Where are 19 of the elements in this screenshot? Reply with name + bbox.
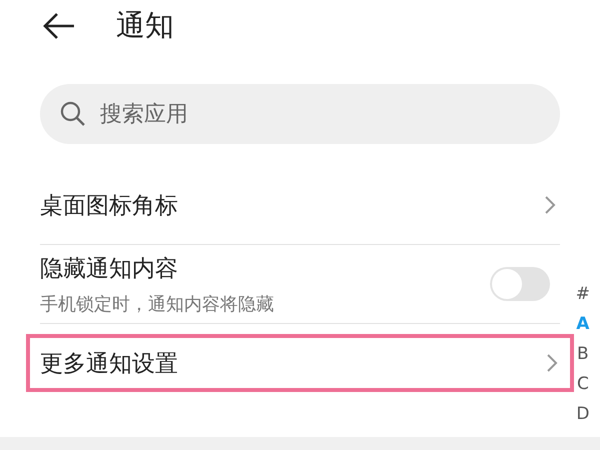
index-letter[interactable]: C: [576, 372, 589, 396]
setting-row[interactable]: 更多通知设置: [28, 336, 572, 390]
page-title: 通知: [116, 7, 174, 44]
index-letter[interactable]: #: [576, 282, 590, 306]
chevron-right-icon: [544, 195, 556, 215]
setting-description: 手机锁定时，通知内容将隐藏: [40, 292, 274, 316]
setting-row[interactable]: 隐藏通知内容 手机锁定时，通知内容将隐藏: [40, 245, 560, 323]
setting-label: 桌面图标角标: [40, 192, 178, 220]
setting-label: 隐藏通知内容: [40, 254, 179, 284]
search-icon: [60, 101, 86, 127]
setting-label: 更多通知设置: [40, 350, 178, 378]
chevron-right-icon: [546, 353, 558, 373]
index-letter[interactable]: B: [577, 342, 589, 366]
setting-row[interactable]: 桌面图标角标: [40, 166, 560, 244]
search-field[interactable]: 搜索应用: [40, 84, 560, 144]
back-arrow-icon[interactable]: [42, 12, 76, 40]
index-letter[interactable]: D: [576, 402, 590, 426]
search-input[interactable]: 搜索应用: [98, 100, 398, 128]
toggle-switch[interactable]: [490, 267, 550, 301]
